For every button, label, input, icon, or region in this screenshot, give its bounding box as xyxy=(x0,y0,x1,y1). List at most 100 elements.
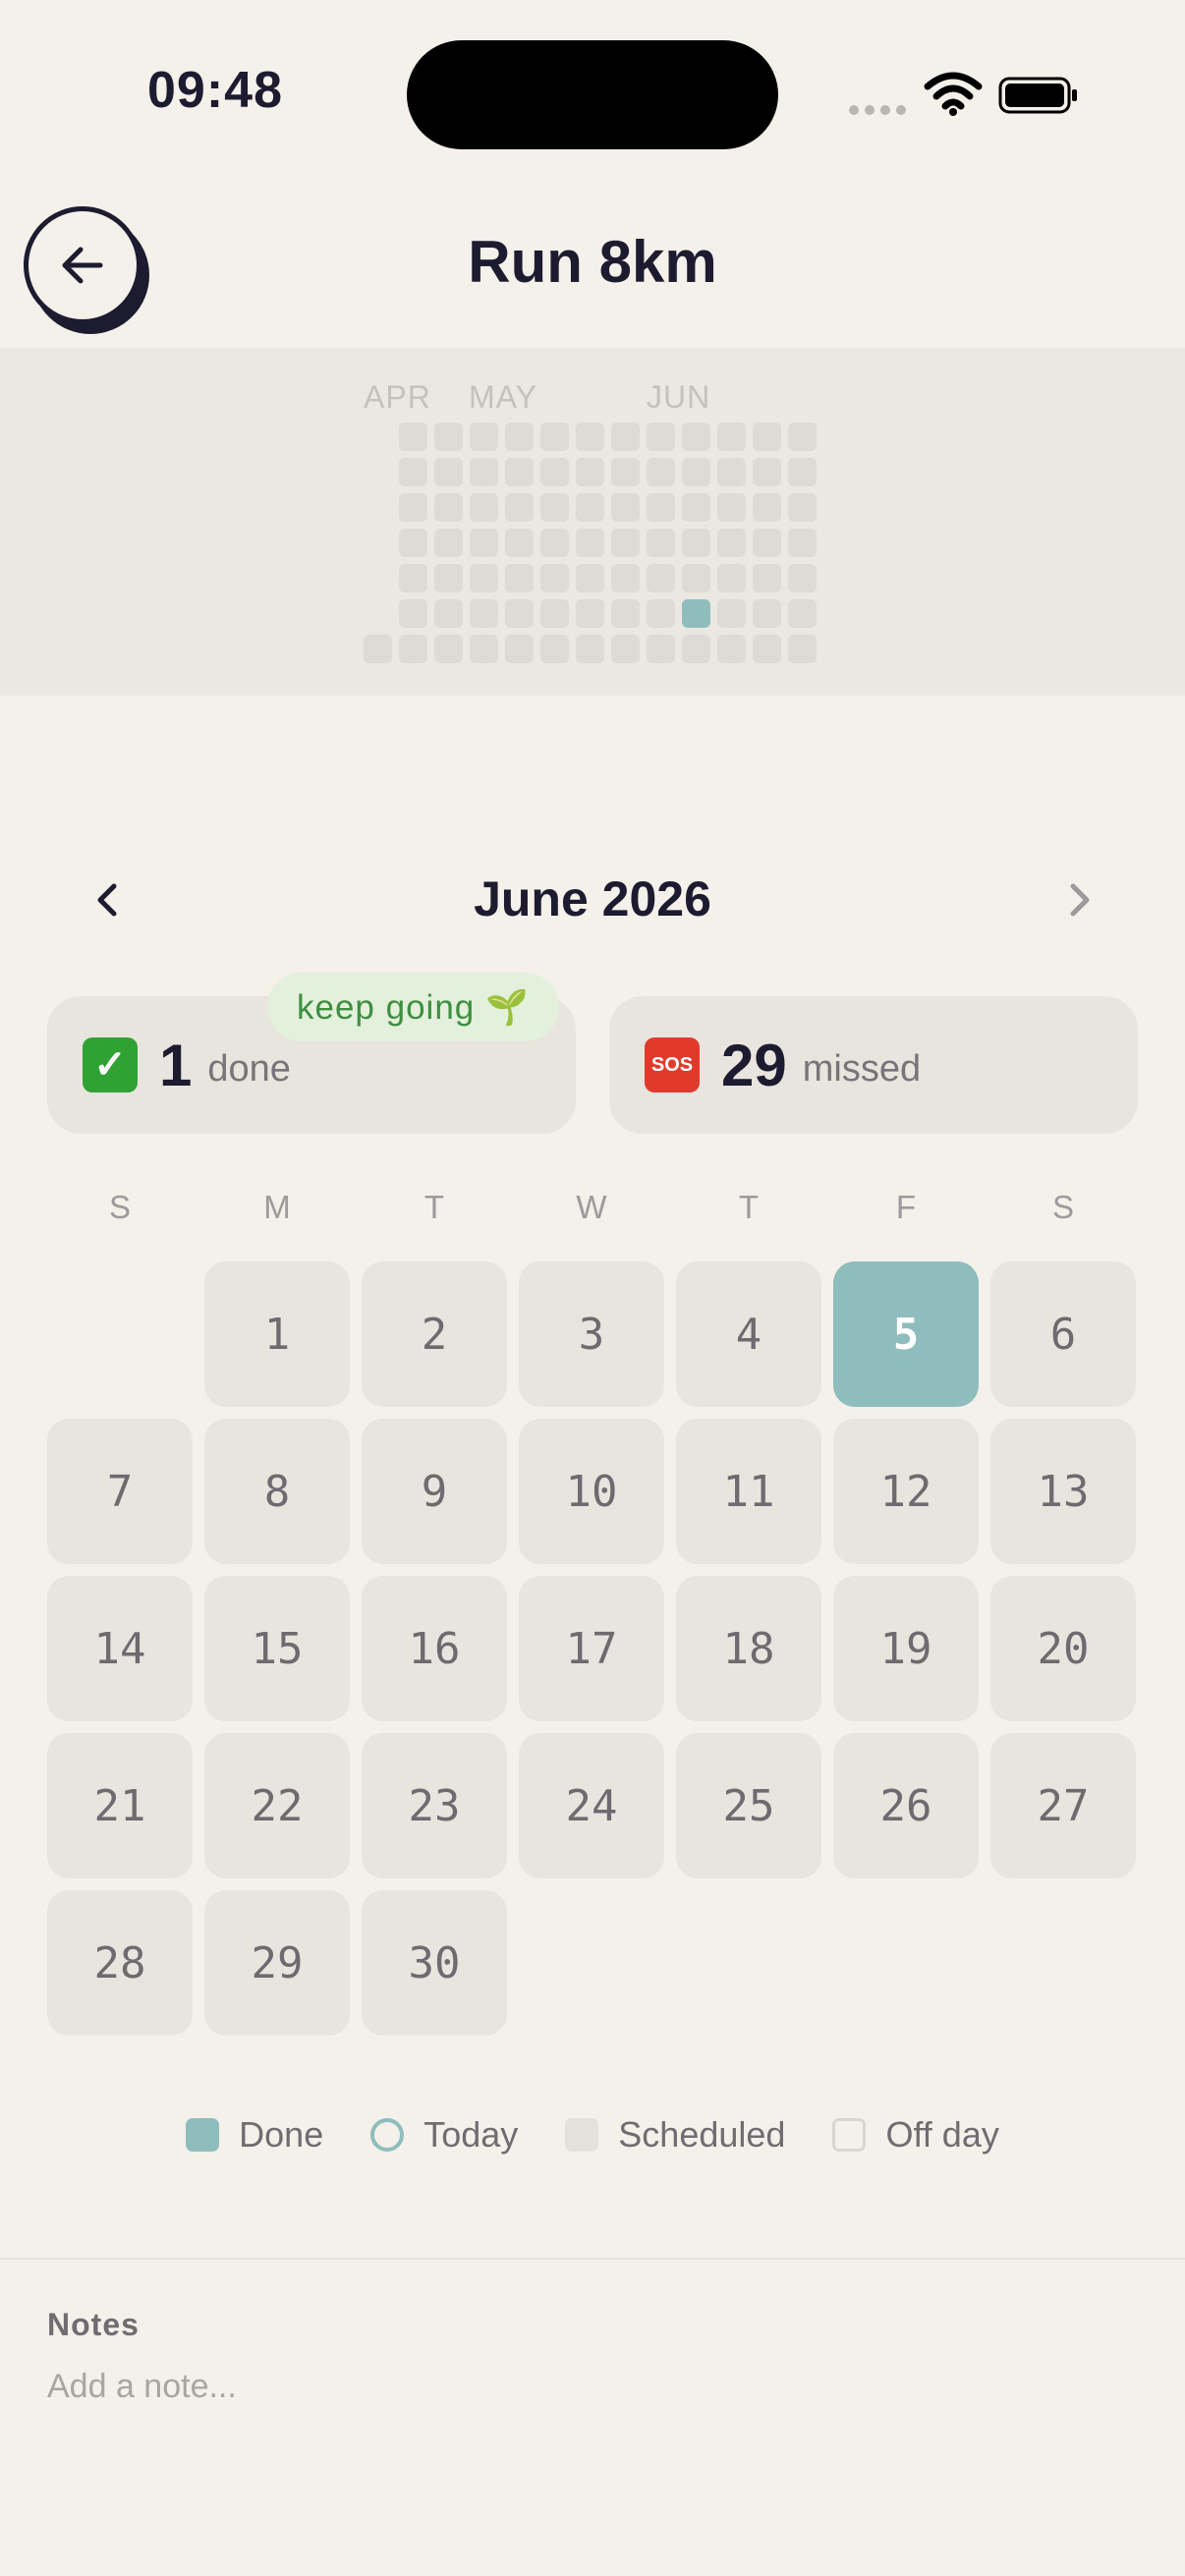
heatmap-cell xyxy=(753,529,781,557)
calendar-day[interactable]: 9 xyxy=(362,1419,507,1564)
heatmap-month-label: MAY xyxy=(469,379,537,415)
heatmap-cell xyxy=(576,529,604,557)
chevron-right-icon xyxy=(1070,883,1090,917)
heatmap-cell xyxy=(611,635,640,663)
heatmap-cell xyxy=(682,422,710,451)
calendar-day[interactable]: 17 xyxy=(519,1576,664,1721)
next-month-button[interactable] xyxy=(1049,870,1108,929)
heatmap-cell xyxy=(540,493,569,522)
legend-today: Today xyxy=(370,2114,518,2156)
heatmap-cell xyxy=(682,564,710,592)
heatmap-cell xyxy=(434,635,463,663)
heatmap-cell xyxy=(717,599,746,628)
calendar-day[interactable]: 12 xyxy=(833,1419,979,1564)
heatmap-month-label: JUN xyxy=(647,379,711,415)
heatmap-cell xyxy=(540,458,569,486)
heatmap-cell xyxy=(682,458,710,486)
heatmap-cell xyxy=(647,422,675,451)
calendar-day[interactable]: 14 xyxy=(47,1576,193,1721)
done-swatch xyxy=(186,2118,220,2152)
calendar-day[interactable]: 27 xyxy=(990,1733,1136,1878)
calendar-day[interactable]: 30 xyxy=(362,1890,507,2036)
calendar-day[interactable]: 7 xyxy=(47,1419,193,1564)
missed-label: missed xyxy=(802,1047,922,1090)
heatmap-cell xyxy=(540,635,569,663)
calendar-day[interactable]: 23 xyxy=(362,1733,507,1878)
calendar-day[interactable]: 4 xyxy=(676,1261,821,1407)
heatmap-cell xyxy=(717,635,746,663)
heatmap-cell xyxy=(434,529,463,557)
calendar-day[interactable]: 10 xyxy=(519,1419,664,1564)
heatmap-cell xyxy=(434,599,463,628)
calendar-day[interactable]: 1 xyxy=(204,1261,350,1407)
calendar-day[interactable]: 25 xyxy=(676,1733,821,1878)
heatmap-cell xyxy=(434,493,463,522)
legend-off-day-label: Off day xyxy=(885,2114,999,2155)
dynamic-island xyxy=(407,40,778,149)
heatmap-cell xyxy=(682,493,710,522)
heatmap-cell xyxy=(399,493,427,522)
status-time: 09:48 xyxy=(147,62,283,119)
heatmap-cell xyxy=(399,529,427,557)
heatmap-cell xyxy=(576,458,604,486)
heatmap-cell xyxy=(682,599,710,628)
calendar-day[interactable]: 28 xyxy=(47,1890,193,2036)
heatmap-cell xyxy=(505,422,534,451)
calendar-day[interactable]: 5 xyxy=(833,1261,979,1407)
calendar-day[interactable]: 20 xyxy=(990,1576,1136,1721)
calendar-day[interactable]: 29 xyxy=(204,1890,350,2036)
heatmap-cell xyxy=(611,458,640,486)
calendar-day[interactable]: 13 xyxy=(990,1419,1136,1564)
heatmap-cell xyxy=(505,529,534,557)
heatmap-cell xyxy=(576,422,604,451)
heatmap-cell xyxy=(470,422,498,451)
heatmap-cell xyxy=(717,493,746,522)
notes-input[interactable]: Add a note... xyxy=(47,2368,1128,2406)
today-swatch xyxy=(370,2118,405,2152)
calendar-day[interactable]: 16 xyxy=(362,1576,507,1721)
weekday-label: T xyxy=(738,1189,760,1225)
heatmap-cell xyxy=(540,529,569,557)
heatmap-cell xyxy=(505,599,534,628)
calendar-day[interactable]: 26 xyxy=(833,1733,979,1878)
heatmap-cell xyxy=(753,458,781,486)
heatmap-cell xyxy=(717,458,746,486)
heatmap-cell xyxy=(647,493,675,522)
encouragement-badge: keep going 🌱 xyxy=(267,973,559,1041)
sos-icon: SOS xyxy=(645,1037,700,1092)
calendar-day[interactable]: 2 xyxy=(362,1261,507,1407)
calendar-day[interactable]: 18 xyxy=(676,1576,821,1721)
weekday-label: S xyxy=(108,1189,131,1225)
month-title: June 2026 xyxy=(474,871,711,926)
heatmap-cell xyxy=(576,599,604,628)
calendar-day[interactable]: 22 xyxy=(204,1733,350,1878)
heatmap-month-label: APR xyxy=(364,379,431,415)
calendar-day[interactable]: 11 xyxy=(676,1419,821,1564)
done-label: done xyxy=(207,1047,291,1090)
legend-done: Done xyxy=(186,2114,323,2156)
calendar-day[interactable]: 19 xyxy=(833,1576,979,1721)
heatmap-cell xyxy=(399,635,427,663)
calendar-day[interactable]: 6 xyxy=(990,1261,1136,1407)
heatmap-cell xyxy=(647,599,675,628)
weekday-label: S xyxy=(1051,1189,1074,1225)
heatmap-cell xyxy=(505,564,534,592)
heatmap-cell xyxy=(505,635,534,663)
heatmap-cell xyxy=(682,529,710,557)
calendar-day[interactable]: 24 xyxy=(519,1733,664,1878)
heatmap-cell xyxy=(682,635,710,663)
heatmap-cell xyxy=(611,422,640,451)
heatmap-cell xyxy=(788,564,817,592)
calendar-day[interactable]: 15 xyxy=(204,1576,350,1721)
calendar-day[interactable]: 8 xyxy=(204,1419,350,1564)
heatmap-cell xyxy=(788,422,817,451)
heatmap-cell xyxy=(540,422,569,451)
heatmap-cell xyxy=(434,564,463,592)
calendar-day[interactable]: 3 xyxy=(519,1261,664,1407)
calendar-day[interactable]: 21 xyxy=(47,1733,193,1878)
heatmap-cell xyxy=(399,599,427,628)
heatmap-cell xyxy=(611,529,640,557)
signal-icon xyxy=(849,102,912,120)
divider xyxy=(0,2258,1185,2260)
heatmap-cell xyxy=(753,422,781,451)
